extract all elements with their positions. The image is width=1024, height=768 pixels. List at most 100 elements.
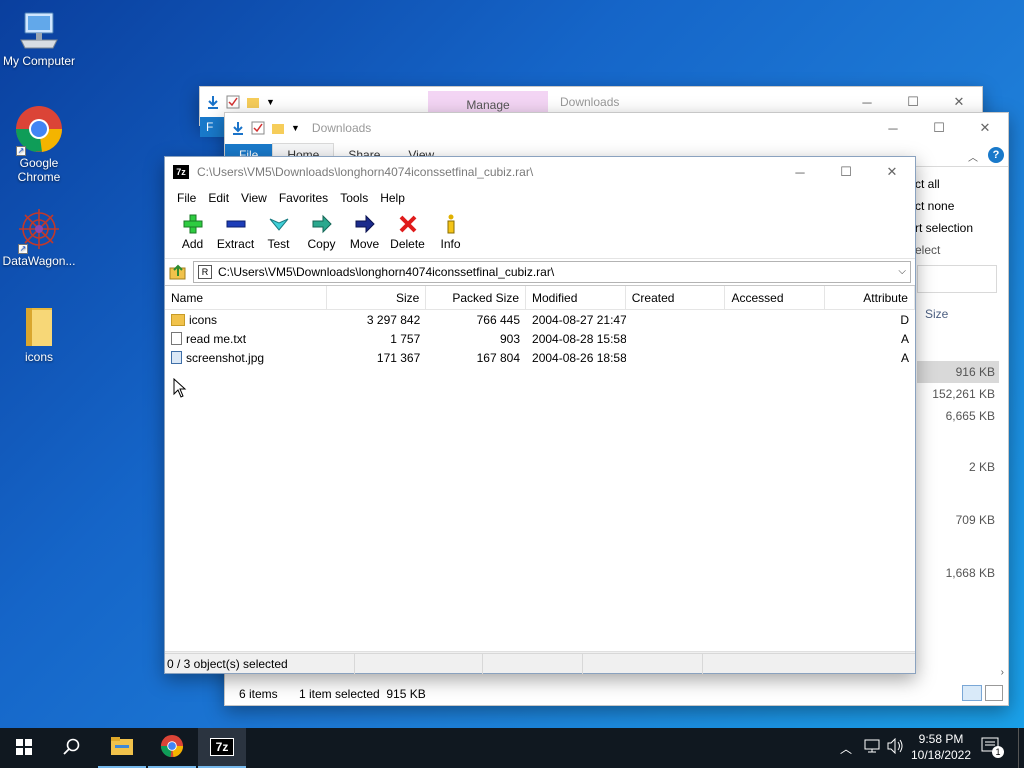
menu-favorites[interactable]: Favorites (273, 191, 334, 205)
mouse-cursor-icon (173, 377, 187, 401)
table-row[interactable]: icons 3 297 842 766 445 2004-08-27 21:47… (165, 310, 915, 329)
details-view-button[interactable] (962, 685, 982, 701)
menu-file[interactable]: File (171, 191, 202, 205)
search-box[interactable] (917, 265, 997, 293)
status-selection: 0 / 3 object(s) selected (165, 653, 355, 674)
select-group-label: elect (915, 243, 941, 257)
image-file-icon (171, 351, 182, 364)
folder-up-icon[interactable] (169, 263, 187, 281)
minimize-button[interactable]: ─ (777, 157, 823, 187)
ribbon-collapse-icon[interactable]: ︿ (968, 149, 978, 164)
properties-icon[interactable] (226, 95, 240, 109)
invert-selection-button[interactable]: rt selection (915, 217, 985, 239)
start-button[interactable] (0, 728, 48, 768)
menu-view[interactable]: View (235, 191, 273, 205)
info-button[interactable]: Info (429, 209, 472, 258)
maximize-button[interactable]: ☐ (823, 157, 869, 187)
size-column-header[interactable]: Size (925, 307, 948, 321)
column-header-created[interactable]: Created (626, 286, 726, 310)
table-row[interactable]: read me.txt 1 757 903 2004-08-28 15:58 A (165, 329, 915, 348)
notification-button[interactable]: 1 (980, 736, 1004, 760)
7zip-titlebar[interactable]: 7z C:\Users\VM5\Downloads\longhorn4074ic… (165, 157, 915, 187)
select-all-button[interactable]: ct all (915, 173, 985, 195)
desktop-icon-my-computer[interactable]: My Computer (0, 10, 78, 68)
column-header-accessed[interactable]: Accessed (725, 286, 826, 310)
delete-button[interactable]: Delete (386, 209, 429, 258)
desktop-icon-icons-folder[interactable]: icons (0, 306, 78, 364)
7zip-app-icon: 7z (173, 165, 189, 179)
taskbar-7zip[interactable]: 7z (198, 728, 246, 768)
show-desktop-button[interactable] (1018, 728, 1024, 768)
column-header-name[interactable]: Name (165, 286, 327, 310)
chrome-icon: ↗ (14, 104, 64, 156)
list-header: Name Size Packed Size Modified Created A… (165, 286, 915, 310)
new-folder-icon[interactable] (246, 95, 260, 109)
desktop-icon-label: DataWagon... (2, 254, 76, 268)
menu-help[interactable]: Help (374, 191, 411, 205)
test-icon (268, 213, 290, 235)
taskbar-file-explorer[interactable] (98, 728, 146, 768)
add-button[interactable]: Add (171, 209, 214, 258)
test-button[interactable]: Test (257, 209, 300, 258)
close-button[interactable]: ✕ (962, 113, 1008, 143)
large-icons-view-button[interactable] (985, 685, 1003, 701)
copy-button[interactable]: Copy (300, 209, 343, 258)
desktop-icon-datawagon[interactable]: ↗ DataWagon... (0, 206, 78, 268)
hscroll-right-arrow[interactable]: › (1001, 667, 1004, 678)
extract-icon (225, 213, 247, 235)
copy-icon (311, 213, 333, 235)
size-cell: 152,261 KB (932, 387, 995, 401)
desktop-icon-label: Google Chrome (17, 156, 61, 184)
clock[interactable]: 9:58 PM 10/18/2022 (906, 731, 976, 763)
shortcut-arrow-icon: ↗ (16, 146, 26, 156)
archive-icon: R (198, 265, 212, 279)
download-arrow-icon[interactable] (206, 95, 220, 109)
taskbar-chrome[interactable] (148, 728, 196, 768)
desktop-icon-google-chrome[interactable]: ↗ Google Chrome (0, 104, 78, 184)
maximize-button[interactable]: ☐ (916, 113, 962, 143)
address-input[interactable]: R C:\Users\VM5\Downloads\longhorn4074ico… (193, 261, 911, 283)
size-cell: 916 KB (917, 361, 999, 383)
explorer-front-titlebar[interactable]: ▼ Downloads ─ ☐ ✕ (225, 113, 1008, 143)
computer-icon (17, 10, 61, 52)
column-header-modified[interactable]: Modified (526, 286, 626, 310)
7zip-icon: 7z (210, 738, 234, 756)
menu-edit[interactable]: Edit (202, 191, 235, 205)
address-dropdown-icon[interactable]: ⌵ (898, 266, 906, 277)
explorer-back-file-tab[interactable]: F (200, 117, 224, 137)
7zip-window[interactable]: 7z C:\Users\VM5\Downloads\longhorn4074ic… (164, 156, 916, 674)
text-file-icon (171, 332, 182, 345)
size-cell: 2 KB (968, 460, 995, 474)
table-row[interactable]: screenshot.jpg 171 367 167 804 2004-08-2… (165, 348, 915, 367)
tray-chevron-icon[interactable]: ︿ (840, 740, 852, 757)
shortcut-arrow-icon: ↗ (18, 244, 28, 254)
column-header-packed-size[interactable]: Packed Size (426, 286, 527, 310)
properties-icon[interactable] (251, 121, 265, 135)
clock-time: 9:58 PM (918, 732, 964, 746)
size-cell: 709 KB (955, 513, 995, 527)
close-button[interactable]: ✕ (869, 157, 915, 187)
download-arrow-icon[interactable] (231, 121, 245, 135)
extract-button[interactable]: Extract (214, 209, 257, 258)
ribbon-select-group: ct all ct none rt selection elect (915, 173, 985, 261)
move-button[interactable]: Move (343, 209, 386, 258)
new-folder-icon[interactable] (271, 121, 285, 135)
volume-icon[interactable] (886, 737, 904, 757)
network-icon[interactable] (864, 738, 882, 757)
status-selected: 1 item selected 915 KB (299, 687, 426, 701)
qa-dropdown-icon[interactable]: ▼ (266, 97, 275, 107)
file-list[interactable]: Name Size Packed Size Modified Created A… (165, 285, 915, 651)
address-bar: R C:\Users\VM5\Downloads\longhorn4074ico… (165, 259, 915, 285)
qa-dropdown-icon[interactable]: ▼ (291, 123, 300, 133)
help-icon[interactable]: ? (988, 147, 1004, 163)
minimize-button[interactable]: ─ (870, 113, 916, 143)
move-icon (354, 213, 376, 235)
select-none-button[interactable]: ct none (915, 195, 985, 217)
status-items: 6 items (239, 687, 278, 701)
file-explorer-icon (110, 736, 134, 759)
search-button[interactable] (48, 728, 96, 768)
menu-tools[interactable]: Tools (334, 191, 374, 205)
column-header-attributes[interactable]: Attribute (825, 286, 915, 310)
column-header-size[interactable]: Size (327, 286, 427, 310)
desktop-icon-label: My Computer (2, 54, 76, 68)
